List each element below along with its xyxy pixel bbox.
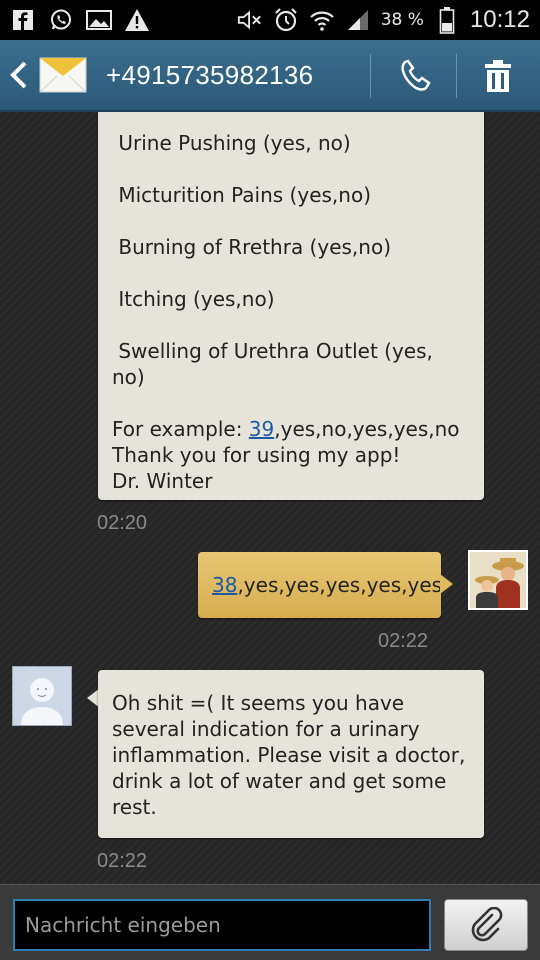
battery-icon bbox=[434, 7, 460, 34]
message-line: Urine Pushing (yes, no) bbox=[112, 131, 351, 155]
avatar[interactable] bbox=[468, 550, 528, 610]
message-rest: ,yes,yes,yes,yes,yes bbox=[237, 573, 443, 597]
attach-button[interactable] bbox=[444, 899, 528, 951]
message-line: Oh shit =( It seems you have bbox=[112, 691, 405, 715]
incoming-message[interactable]: Oh shit =( It seems you have several ind… bbox=[98, 670, 484, 838]
message-timestamp: 02:22 bbox=[378, 630, 429, 652]
message-line: drink a lot of water and get some bbox=[112, 769, 447, 793]
example-line: For example: 39,yes,no,yes,yes,no bbox=[112, 416, 470, 442]
message-line: Micturition Pains (yes,no) bbox=[112, 183, 371, 207]
avatar-photo-icon bbox=[470, 552, 526, 608]
status-bar: 38 % 10:12 bbox=[0, 0, 540, 40]
back-icon bbox=[10, 61, 27, 89]
message-line: Burning of Rrethra (yes,no) bbox=[112, 235, 391, 259]
conversation-header: +4915735982136 bbox=[0, 40, 540, 112]
paperclip-icon bbox=[471, 907, 503, 942]
message-line: rest. bbox=[112, 795, 157, 819]
message-input[interactable] bbox=[13, 899, 431, 951]
message-timestamp: 02:20 bbox=[97, 512, 148, 534]
number-link[interactable]: 38 bbox=[212, 573, 237, 597]
contact-number[interactable]: +4915735982136 bbox=[106, 60, 313, 91]
phone-icon bbox=[401, 59, 431, 91]
message-line: Itching (yes,no) bbox=[112, 287, 275, 311]
delete-button[interactable] bbox=[462, 40, 534, 112]
example-number-link[interactable]: 39 bbox=[249, 417, 274, 441]
gallery-icon bbox=[86, 7, 112, 33]
bubble-tail bbox=[440, 574, 453, 594]
signal-icon bbox=[345, 7, 371, 33]
separator bbox=[456, 54, 457, 98]
clock: 10:12 bbox=[469, 6, 530, 33]
outgoing-message[interactable]: 38,yes,yes,yes,yes,yes bbox=[198, 552, 442, 618]
example-prefix: For example: bbox=[112, 417, 249, 441]
message-timestamp: 02:22 bbox=[97, 850, 148, 872]
trash-icon bbox=[485, 60, 511, 92]
message-list[interactable]: Urine Pushing (yes, no) Micturition Pain… bbox=[0, 112, 540, 884]
message-line: several indication for a urinary bbox=[112, 717, 420, 741]
warning-icon bbox=[124, 7, 150, 33]
battery-percent: 38 % bbox=[380, 10, 424, 30]
compose-bar bbox=[0, 884, 540, 960]
default-contact-icon bbox=[13, 667, 71, 725]
message-signature: Dr. Winter bbox=[112, 469, 213, 493]
message-line: 38,yes,yes,yes,yes,yes bbox=[212, 572, 442, 598]
call-button[interactable] bbox=[380, 40, 452, 112]
alarm-icon bbox=[273, 7, 299, 33]
whatsapp-icon bbox=[48, 7, 74, 33]
wifi-icon bbox=[309, 7, 335, 33]
message-line: Thank you for using my app! bbox=[112, 443, 401, 467]
envelope-icon bbox=[38, 53, 88, 97]
message-line: no) bbox=[112, 365, 145, 389]
message-line: Swelling of Urethra Outlet (yes, bbox=[112, 339, 433, 363]
incoming-message[interactable]: Urine Pushing (yes, no) Micturition Pain… bbox=[98, 112, 484, 500]
example-rest: ,yes,no,yes,yes,no bbox=[274, 417, 460, 441]
separator bbox=[370, 54, 371, 98]
message-line: inflammation. Please visit a doctor, bbox=[112, 743, 466, 767]
avatar[interactable] bbox=[12, 666, 72, 726]
facebook-icon bbox=[10, 7, 36, 33]
mute-icon bbox=[237, 7, 263, 33]
back-button[interactable] bbox=[0, 39, 38, 111]
